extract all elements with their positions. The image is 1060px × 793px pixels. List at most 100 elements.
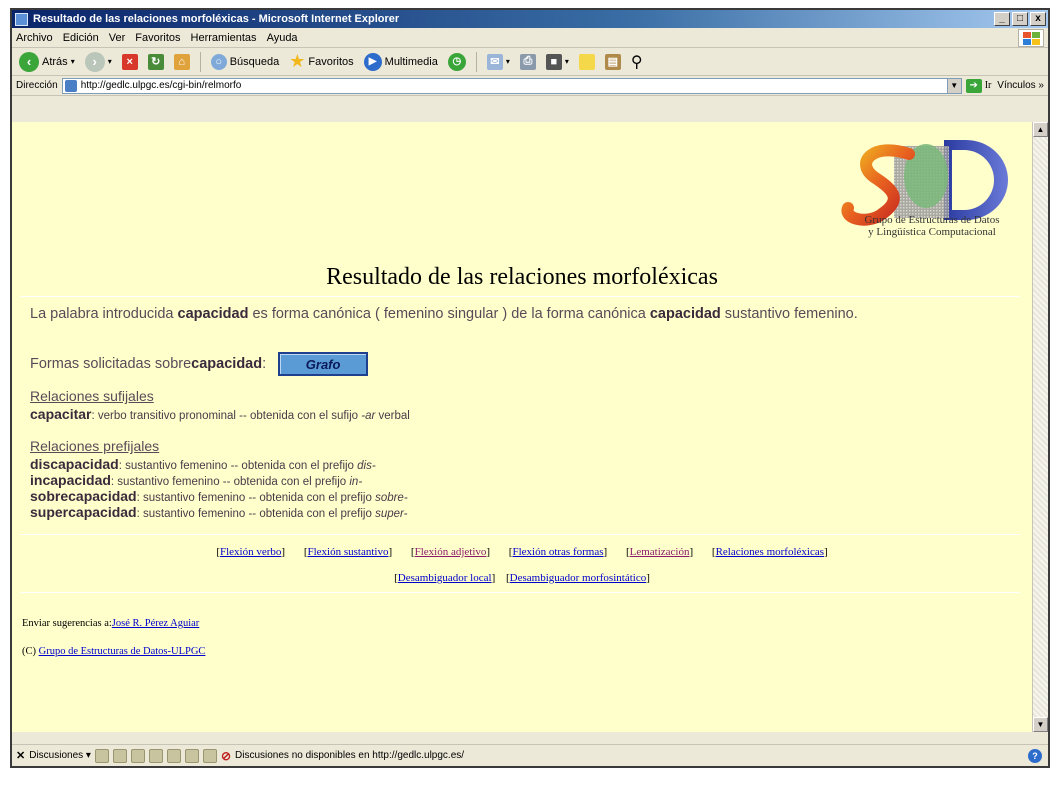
print-icon: ⎙ [519,53,536,70]
forward-arrow-icon: › [84,51,105,72]
canonical-word: capacidad [649,306,721,322]
window-title: Resultado de las relaciones morfoléxicas… [33,13,400,25]
formas-row: Formas solicitadas sobre capacidad : Gra… [30,352,369,376]
toolbar: ‹ Atrás ▾ › ▾ × ↻ ⌂ ○ Búsqueda ★ Favorit… [12,48,1048,76]
maximize-button[interactable]: □ [1012,12,1028,26]
edit-icon: ■ [545,53,562,70]
toolbar-separator [475,51,477,72]
menu-ver[interactable]: Ver [109,32,126,44]
notes-button[interactable] [576,53,598,70]
menu-herramientas[interactable]: Herramientas [191,32,257,44]
mail-icon: ✉ [486,53,503,70]
go-button[interactable]: ➔ Ir [965,78,991,93]
scroll-down-icon[interactable]: ▼ [1033,717,1048,732]
minimize-button[interactable]: _ [994,12,1010,26]
nav-desambiguador-local[interactable]: Desambiguador local [398,572,492,584]
windows-flag-icon [1018,29,1044,47]
nav-flexion-verbo[interactable]: Flexión verbo [220,546,281,558]
discussions-bar: ✕ Discusiones ▾ ⊘ Discusiones no disponi… [12,744,1048,766]
bicycle-icon: ⚲ [630,53,643,71]
close-button[interactable]: x [1030,12,1046,26]
toolbar-separator [199,51,201,72]
related-word: supercapacidad [30,504,137,520]
multimedia-label: Multimedia [384,55,438,68]
copyright-label: (C) [22,646,39,657]
chevron-down-icon: ▾ [564,57,569,66]
discussion-icon[interactable] [166,748,181,763]
formas-colon: : [262,356,267,372]
prefijales-title[interactable]: Relaciones prefijales [30,438,159,454]
close-discussions-icon[interactable]: ✕ [16,749,25,762]
sentence-text-3: sustantivo femenino. [720,306,858,322]
search-button[interactable]: ○ Búsqueda [208,53,283,70]
logo-caption: Grupo de Estructuras de Datos y Lingüíst… [842,214,1022,238]
formas-word: capacidad [191,356,263,372]
nav-links-row-2: [Desambiguador local] [Desambiguador mor… [394,572,650,584]
discussion-icon[interactable] [202,748,217,763]
logo-line-1: Grupo de Estructuras de Datos [864,214,1000,226]
research-button[interactable]: ▤ [602,53,624,70]
history-icon: ◷ [447,52,466,71]
nav-links-row-1: [Flexión verbo] [Flexión sustantivo] [Fl… [216,546,828,558]
chevron-down-icon: ▾ [70,57,75,66]
sufijales-title[interactable]: Relaciones sufijales [30,388,154,404]
home-button[interactable]: ⌂ [171,53,193,70]
address-dropdown-icon[interactable]: ▼ [946,78,961,93]
address-input[interactable]: http://gedlc.ulpgc.es/cgi-bin/relmorfo ▼ [61,77,962,94]
links-button[interactable]: Vínculos » [997,80,1044,91]
history-button[interactable]: ◷ [445,52,469,71]
discussion-icon[interactable] [130,748,145,763]
menu-ayuda[interactable]: Ayuda [267,32,298,44]
discussion-icon[interactable] [112,748,127,763]
relation-desc: : sustantivo femenino -- obtenida con el… [110,476,350,488]
status-message: Discusiones no disponibles en http://ged… [235,750,465,761]
copyright-line: (C) Grupo de Estructuras de Datos-ULPGC [22,646,205,657]
help-icon[interactable]: ? [1028,748,1042,763]
refresh-button[interactable]: ↻ [145,53,167,70]
nav-flexion-sustantivo[interactable]: Flexión sustantivo [308,546,389,558]
stop-button[interactable]: × [119,53,141,70]
list-item: sobrecapacidad: sustantivo femenino -- o… [30,488,408,504]
discussion-icon[interactable] [94,748,109,763]
nav-desambiguador-morfo[interactable]: Desambiguador morfosintático [510,572,647,584]
menu-favoritos[interactable]: Favoritos [135,32,180,44]
scroll-up-icon[interactable]: ▲ [1033,122,1048,137]
grafo-button[interactable]: Grafo [278,352,369,376]
ie-page-icon [15,12,28,26]
affix: super- [375,508,408,520]
suggest-link[interactable]: José R. Pérez Aguiar [112,618,199,629]
discussion-icon[interactable] [148,748,163,763]
nav-flexion-otras[interactable]: Flexión otras formas [512,546,603,558]
messenger-button[interactable]: ⚲ [628,52,646,72]
back-button[interactable]: ‹ Atrás ▾ [16,51,78,72]
discussions-button[interactable]: Discusiones ▾ [29,750,91,761]
affix: dis- [357,460,376,472]
nav-lematizacion[interactable]: Lematización [630,546,690,558]
forward-button[interactable]: › ▾ [82,51,115,72]
result-sentence: La palabra introducida capacidad es form… [30,306,858,322]
page-icon [64,79,77,92]
back-arrow-icon: ‹ [19,51,39,72]
copyright-link[interactable]: Grupo de Estructuras de Datos-ULPGC [39,646,206,657]
vertical-scrollbar[interactable]: ▲ ▼ [1032,122,1048,732]
address-label: Dirección [16,80,58,91]
favorites-button[interactable]: ★ Favoritos [286,51,356,72]
print-button[interactable]: ⎙ [517,53,539,70]
multimedia-button[interactable]: ▶ Multimedia [361,52,441,71]
sentence-text-2: es forma canónica ( femenino singular ) … [248,306,650,322]
note-icon [578,53,595,70]
menu-edicion[interactable]: Edición [63,32,99,44]
book-icon: ▤ [604,53,621,70]
search-label: Búsqueda [229,55,280,68]
affix: -ar [361,410,376,422]
edit-button[interactable]: ■ ▾ [543,53,572,70]
sentence-text-1: La palabra introducida [30,306,178,322]
nav-flexion-adjetivo[interactable]: Flexión adjetivo [415,546,487,558]
related-word: sobrecapacidad [30,488,137,504]
page-content: Grupo de Estructuras de Datos y Lingüíst… [12,122,1032,732]
multimedia-icon: ▶ [363,52,382,71]
nav-relaciones[interactable]: Relaciones morfoléxicas [716,546,824,558]
discussion-icon[interactable] [184,748,199,763]
menu-archivo[interactable]: Archivo [16,32,53,44]
mail-button[interactable]: ✉ ▾ [484,53,513,70]
